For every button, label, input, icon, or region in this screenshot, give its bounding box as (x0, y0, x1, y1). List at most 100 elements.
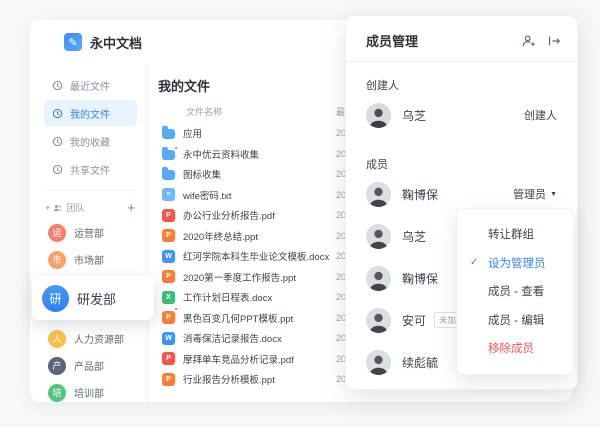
member-name: 续彪毓 (402, 355, 439, 370)
nav-item-label: 我的文件 (70, 109, 110, 121)
avatar (366, 307, 391, 333)
member-name: 乌芝 (402, 229, 427, 244)
nav-item-icon (52, 164, 63, 174)
file-name: wife密码.txt (183, 190, 232, 202)
nav-item-icon (52, 108, 63, 118)
exit-group-icon[interactable] (547, 34, 561, 48)
team-label: 产品部 (74, 362, 104, 373)
file-type-icon (162, 167, 175, 181)
team-avatar: 产 (48, 356, 66, 375)
team-avatar: 市 (48, 250, 66, 269)
file-type-icon (162, 290, 175, 304)
file-name: 工作计划日程表.docx (183, 293, 273, 305)
app-logo-icon: ✎ (64, 33, 82, 51)
panel-header: 成员管理 (346, 16, 577, 62)
page: ✎ 永中文档 最近文件 我的文件 我的收藏 共享文件 ▾ 团队 + 运 运营部 … (0, 0, 600, 427)
menu-item-label: 成员 - 查看 (488, 286, 545, 299)
menu-item-label: 移除成员 (488, 343, 534, 356)
file-name: 应用 (183, 129, 203, 141)
team-label: 研发部 (77, 291, 117, 307)
sidebar-nav-item[interactable]: 最近文件 (44, 72, 137, 98)
file-type-icon (162, 249, 175, 263)
file-type-icon (162, 145, 178, 160)
team-avatar: 研 (42, 284, 69, 312)
file-type-icon (162, 126, 175, 140)
file-type-icon (162, 208, 175, 222)
file-name: 行业报告分析模板.ppt (183, 375, 275, 387)
avatar (366, 223, 391, 249)
file-name: 消毒保洁记录报告.docx (183, 334, 282, 346)
menu-item-label: 设为管理员 (488, 257, 546, 270)
file-name: 摩拜单车竞品分析记录.pdf (183, 354, 294, 366)
file-name: 办公行业分析报告.pdf (183, 211, 275, 223)
avatar (366, 181, 391, 207)
file-name: 2020第一季度工作报告.ppt (183, 272, 296, 284)
file-name: 图标收集 (183, 170, 222, 182)
app-title: 永中文档 (90, 35, 143, 51)
column-modified-fragment: 最 (336, 107, 346, 117)
member-name: 鞠博保 (402, 271, 439, 286)
menu-item[interactable]: ✓ 成员 - 编辑 (457, 306, 573, 335)
divider (44, 190, 137, 191)
menu-item[interactable]: ✓ 设为管理员 (457, 249, 573, 278)
sidebar-nav-item[interactable]: 我的收藏 (44, 128, 137, 154)
notification-dot (174, 145, 178, 150)
role-dropdown-menu: ✓ 转让群组 ✓ 设为管理员 ✓ 成员 - 查看 ✓ (456, 208, 574, 375)
nav-item-icon (52, 80, 63, 90)
teams-icon (53, 204, 62, 211)
file-type-icon (162, 270, 175, 284)
notification-dot (174, 307, 178, 312)
file-type-icon (162, 229, 175, 243)
creator-row: 乌芝 创建人 (366, 95, 557, 135)
member-management-panel: 成员管理 创建人 乌芝 创建人 成员 鞠博保 管理员 ▼ 乌芝 鞠博保 安可 未… (345, 15, 578, 390)
member-name: 安可 (402, 313, 427, 328)
divider (44, 413, 137, 414)
nav-item-icon (52, 136, 63, 146)
member-name: 乌芝 (402, 108, 427, 123)
sidebar-team-item[interactable]: 培 培训部 (44, 380, 137, 405)
sidebar-team-item[interactable]: 研 研发部 (32, 276, 154, 320)
creator-section-label: 创建人 (366, 80, 399, 92)
sidebar-team-item[interactable]: 产 产品部 (44, 353, 137, 378)
nav-item-label: 共享文件 (70, 165, 110, 177)
file-type-icon (162, 372, 175, 386)
sidebar-team-item[interactable]: 市 市场部 (44, 247, 137, 272)
team-label: 运营部 (74, 229, 104, 240)
check-icon: ✓ (470, 257, 479, 269)
sidebar: 最近文件 我的文件 我的收藏 共享文件 ▾ 团队 + 运 运营部 市 市场部 研… (30, 64, 154, 414)
teams-section-header[interactable]: ▾ 团队 + (44, 199, 137, 220)
nav-item-label: 最近文件 (70, 81, 110, 93)
chevron-down-icon: ▼ (550, 190, 557, 198)
members-section-label: 成员 (366, 159, 388, 171)
menu-item[interactable]: ✓ 成员 - 查看 (457, 277, 573, 306)
avatar (366, 102, 391, 128)
nav-item-label: 我的收藏 (70, 137, 110, 149)
file-type-icon (162, 188, 175, 202)
file-name: 红河学院本科生毕业论文模板.docx (183, 252, 330, 264)
menu-item[interactable]: ✓ 移除成员 (457, 334, 573, 363)
team-avatar: 运 (48, 223, 66, 242)
file-type-icon (162, 307, 178, 325)
sidebar-nav-item[interactable]: 我的文件 (44, 100, 137, 126)
file-name: 永中优云资料收集 (183, 149, 260, 161)
menu-item-label: 成员 - 编辑 (488, 314, 545, 327)
sidebar-team-item[interactable]: 人 人力资源部 (44, 326, 137, 351)
team-avatar: 培 (48, 383, 66, 402)
avatar (366, 265, 391, 291)
member-role: 创建人 (524, 110, 557, 122)
add-team-button[interactable]: + (127, 201, 135, 214)
file-name: 黑色百变几何PPT模板.ppt (183, 313, 294, 325)
add-member-icon[interactable] (522, 34, 536, 48)
teams-label: 团队 (66, 203, 85, 213)
member-role-dropdown[interactable]: 管理员 ▼ (513, 186, 557, 202)
sidebar-team-item[interactable]: 运 运营部 (44, 220, 137, 245)
panel-title: 成员管理 (366, 34, 419, 49)
file-type-icon (162, 352, 175, 366)
team-label: 培训部 (74, 389, 104, 400)
sidebar-nav-item[interactable]: 共享文件 (44, 156, 137, 182)
menu-item[interactable]: ✓ 转让群组 (457, 220, 573, 249)
member-name: 鞠博保 (402, 187, 439, 202)
sidebar-item-trash[interactable]: 回收站 (44, 422, 137, 427)
avatar (366, 349, 391, 375)
menu-item-label: 转让群组 (488, 229, 534, 242)
